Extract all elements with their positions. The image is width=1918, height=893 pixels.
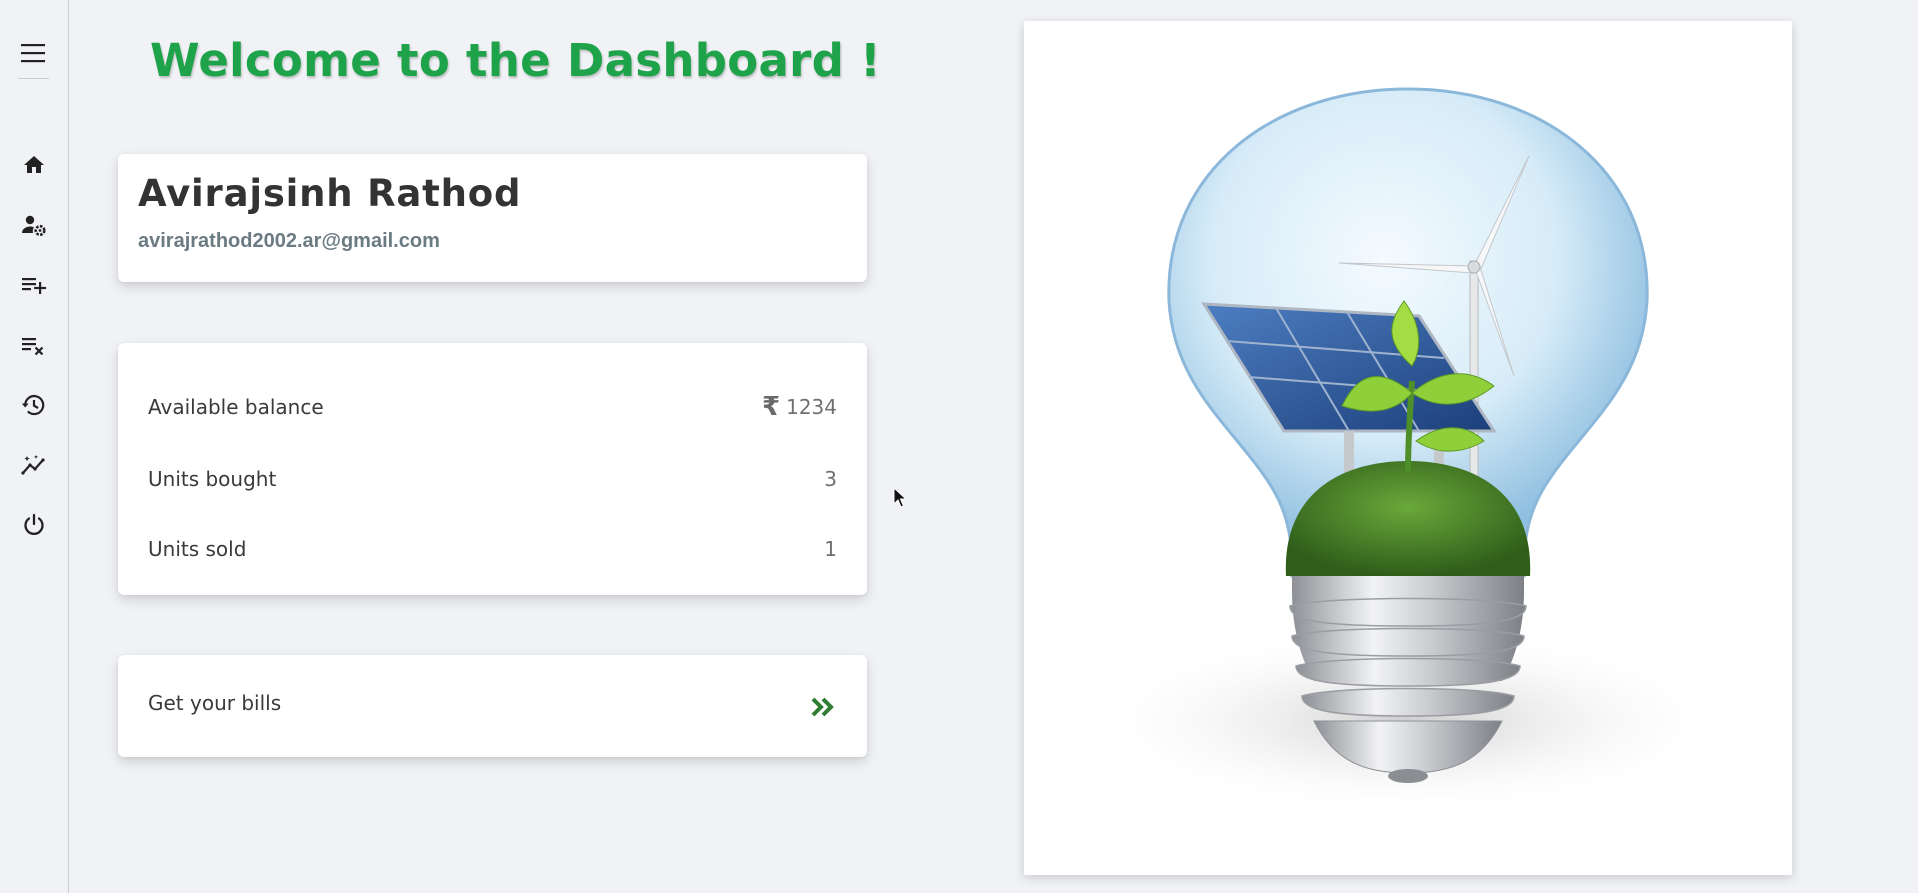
sidebar-item-insights[interactable] <box>18 449 50 481</box>
rupee-icon: ₹ <box>762 392 781 422</box>
balance-label: Available balance <box>148 395 324 419</box>
power-icon <box>24 513 44 536</box>
insights-icon <box>21 455 45 475</box>
menu-divider <box>18 78 49 79</box>
sidebar-item-remove-listing[interactable] <box>18 329 50 361</box>
eco-light-bulb-illustration <box>1078 87 1738 816</box>
mouse-cursor-icon <box>893 487 907 508</box>
hero-image <box>1024 21 1792 875</box>
home-icon <box>24 156 44 173</box>
balance-value-group: ₹ 1234 <box>762 394 837 420</box>
stat-row-units-sold: Units sold 1 <box>148 534 837 564</box>
get-bills-label: Get your bills <box>148 691 282 715</box>
page-title: Welcome to the Dashboard ! <box>150 34 881 87</box>
units-sold-value: 1 <box>824 537 837 561</box>
double-chevron-right-icon[interactable] <box>811 697 835 717</box>
get-bills-button[interactable]: Get your bills <box>118 655 867 757</box>
hamburger-menu-icon[interactable] <box>17 37 49 69</box>
sidebar-item-profile-settings[interactable] <box>18 209 50 241</box>
stats-card: Available balance ₹ 1234 Units bought 3 … <box>118 343 867 595</box>
sidebar-item-logout[interactable] <box>18 509 50 541</box>
balance-value: 1234 <box>786 395 837 419</box>
profile-name: Avirajsinh Rathod <box>138 172 522 215</box>
user-settings-icon <box>22 215 46 237</box>
sidebar-item-add-listing[interactable] <box>18 269 50 301</box>
sidebar <box>0 0 69 893</box>
units-bought-value: 3 <box>824 467 837 491</box>
units-sold-label: Units sold <box>148 537 247 561</box>
stat-row-balance: Available balance ₹ 1234 <box>148 392 837 422</box>
playlist-remove-icon <box>22 338 44 356</box>
units-bought-label: Units bought <box>148 467 277 491</box>
profile-card: Avirajsinh Rathod avirajrathod2002.ar@gm… <box>118 154 867 282</box>
sidebar-item-history[interactable] <box>18 389 50 421</box>
profile-email: avirajrathod2002.ar@gmail.com <box>138 230 440 252</box>
stat-row-units-bought: Units bought 3 <box>148 464 837 494</box>
sidebar-item-home[interactable] <box>18 149 50 181</box>
history-icon <box>21 395 45 416</box>
playlist-add-icon <box>22 278 47 294</box>
